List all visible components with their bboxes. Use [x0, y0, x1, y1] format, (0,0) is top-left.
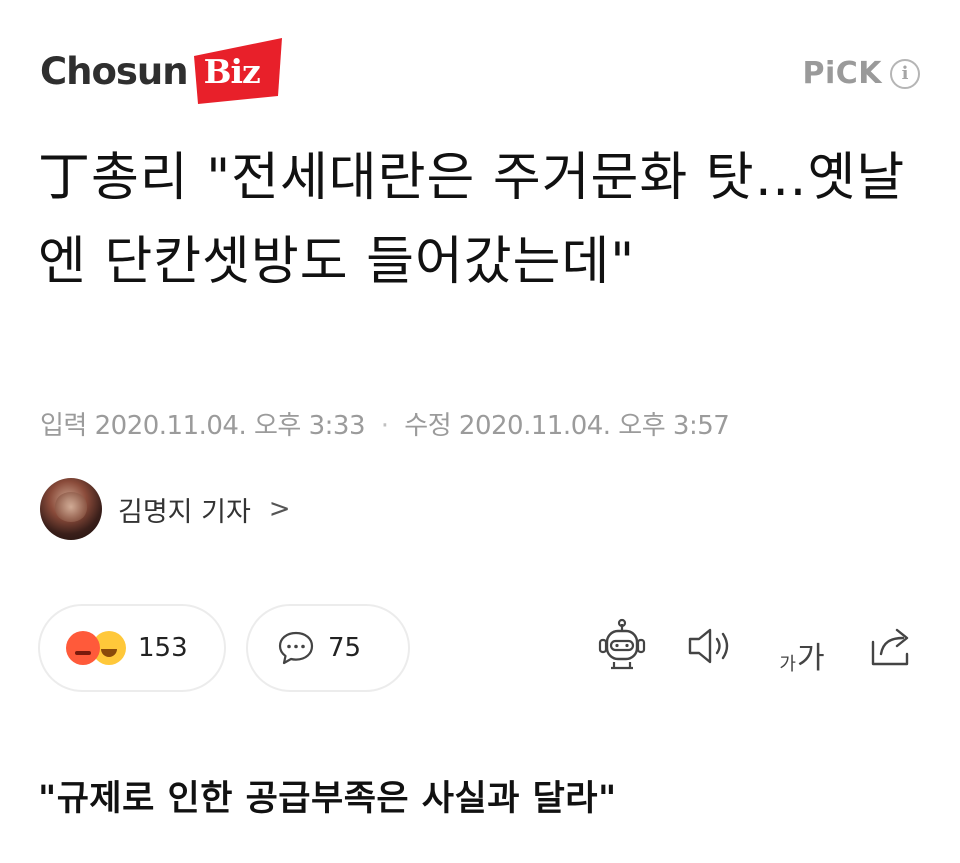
- chosun-biz-logo[interactable]: Chosun Biz: [40, 38, 284, 104]
- logo-biz-text: Biz: [203, 52, 261, 91]
- font-size-button[interactable]: 가 가: [772, 616, 832, 676]
- speaker-icon: [688, 628, 729, 664]
- reactions-button[interactable]: 153: [38, 604, 226, 692]
- speech-bubble-icon: [278, 631, 314, 665]
- reaction-count: 153: [138, 633, 188, 663]
- angry-emoji-icon: [66, 631, 100, 665]
- reporter-link[interactable]: 김명지 기자 >: [40, 478, 291, 540]
- listen-button[interactable]: [682, 616, 742, 676]
- reporter-avatar[interactable]: [40, 478, 102, 540]
- font-size-big-glyph: 가: [796, 641, 825, 676]
- summary-bot-button[interactable]: [592, 616, 652, 676]
- share-icon: [871, 628, 909, 666]
- article-tools: 가 가: [592, 616, 922, 676]
- article-subheadline: "규제로 인한 공급부족은 사실과 달라": [38, 779, 617, 819]
- published-date: 2020.11.04. 오후 3:33: [94, 411, 366, 441]
- robot-icon: [598, 618, 646, 670]
- chevron-right-icon: >: [268, 494, 291, 524]
- share-button[interactable]: [862, 616, 922, 676]
- pick-label: PiCK: [802, 56, 882, 91]
- article-headline: 丁총리 "전세대란은 주거문화 탓…옛날엔 단칸셋방도 들어갔는데": [38, 148, 906, 292]
- article-action-row: 153 75 가 가: [38, 604, 922, 694]
- logo-biz-badge: Biz: [193, 38, 284, 104]
- published-label: 입력: [40, 411, 87, 441]
- font-size-small-glyph: 가: [779, 654, 796, 675]
- article-header: Chosun Biz PiCK i: [0, 0, 960, 140]
- info-icon[interactable]: i: [890, 58, 920, 89]
- meta-separator: ·: [380, 411, 389, 441]
- pick-badge[interactable]: PiCK i: [802, 56, 920, 91]
- modified-date: 2020.11.04. 오후 3:57: [458, 411, 730, 441]
- modified-label: 수정: [404, 411, 452, 441]
- comments-button[interactable]: 75: [246, 604, 410, 692]
- reporter-name[interactable]: 김명지 기자: [118, 490, 251, 529]
- comment-count: 75: [328, 633, 362, 663]
- article-meta: 입력 2020.11.04. 오후 3:33 · 수정 2020.11.04. …: [40, 405, 730, 442]
- logo-chosun-text: Chosun: [40, 50, 189, 93]
